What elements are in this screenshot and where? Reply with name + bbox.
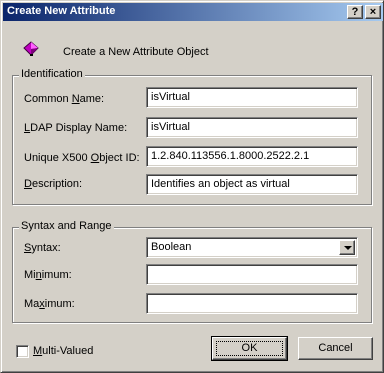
title-bar[interactable]: Create New Attribute ? × bbox=[3, 3, 383, 21]
common-name-input[interactable]: isVirtual bbox=[146, 87, 358, 108]
maximum-input[interactable] bbox=[146, 293, 358, 314]
chevron-down-icon[interactable] bbox=[339, 240, 355, 255]
header-text: Create a New Attribute Object bbox=[63, 46, 209, 58]
syntax-range-group-label: Syntax and Range bbox=[19, 220, 114, 232]
close-button[interactable]: × bbox=[365, 5, 381, 19]
syntax-label: Syntax: bbox=[24, 242, 61, 254]
description-label: Description: bbox=[24, 178, 83, 190]
minimum-input[interactable] bbox=[146, 264, 358, 285]
help-button[interactable]: ? bbox=[347, 5, 363, 19]
create-new-attribute-dialog: Create New Attribute ? × Create a New At… bbox=[0, 0, 384, 373]
common-name-label: Common Name: bbox=[24, 93, 105, 105]
syntax-selected-value: Boolean bbox=[151, 241, 192, 253]
window-title: Create New Attribute bbox=[7, 5, 116, 17]
description-input[interactable]: Identifies an object as virtual bbox=[146, 174, 358, 195]
object-id-label: Unique X500 Object ID: bbox=[24, 152, 140, 164]
focus-rectangle bbox=[216, 341, 283, 356]
attribute-object-icon bbox=[23, 41, 39, 56]
multi-valued-checkbox[interactable] bbox=[16, 345, 29, 358]
ldap-display-name-input[interactable]: isVirtual bbox=[146, 117, 358, 138]
multi-valued-label[interactable]: Multi-Valued bbox=[33, 345, 93, 357]
minimum-label: Minimum: bbox=[24, 269, 72, 281]
object-id-input[interactable]: 1.2.840.113556.1.8000.2522.2.1 bbox=[146, 146, 358, 167]
syntax-select[interactable]: Boolean bbox=[146, 237, 358, 258]
identification-group-label: Identification bbox=[19, 68, 85, 80]
ldap-display-name-label: LDAP Display Name: bbox=[24, 122, 128, 134]
cancel-button-label: Cancel bbox=[318, 342, 353, 354]
maximum-label: Maximum: bbox=[24, 298, 75, 310]
cancel-button[interactable]: Cancel bbox=[298, 337, 373, 360]
ok-button[interactable]: OK bbox=[211, 336, 288, 361]
